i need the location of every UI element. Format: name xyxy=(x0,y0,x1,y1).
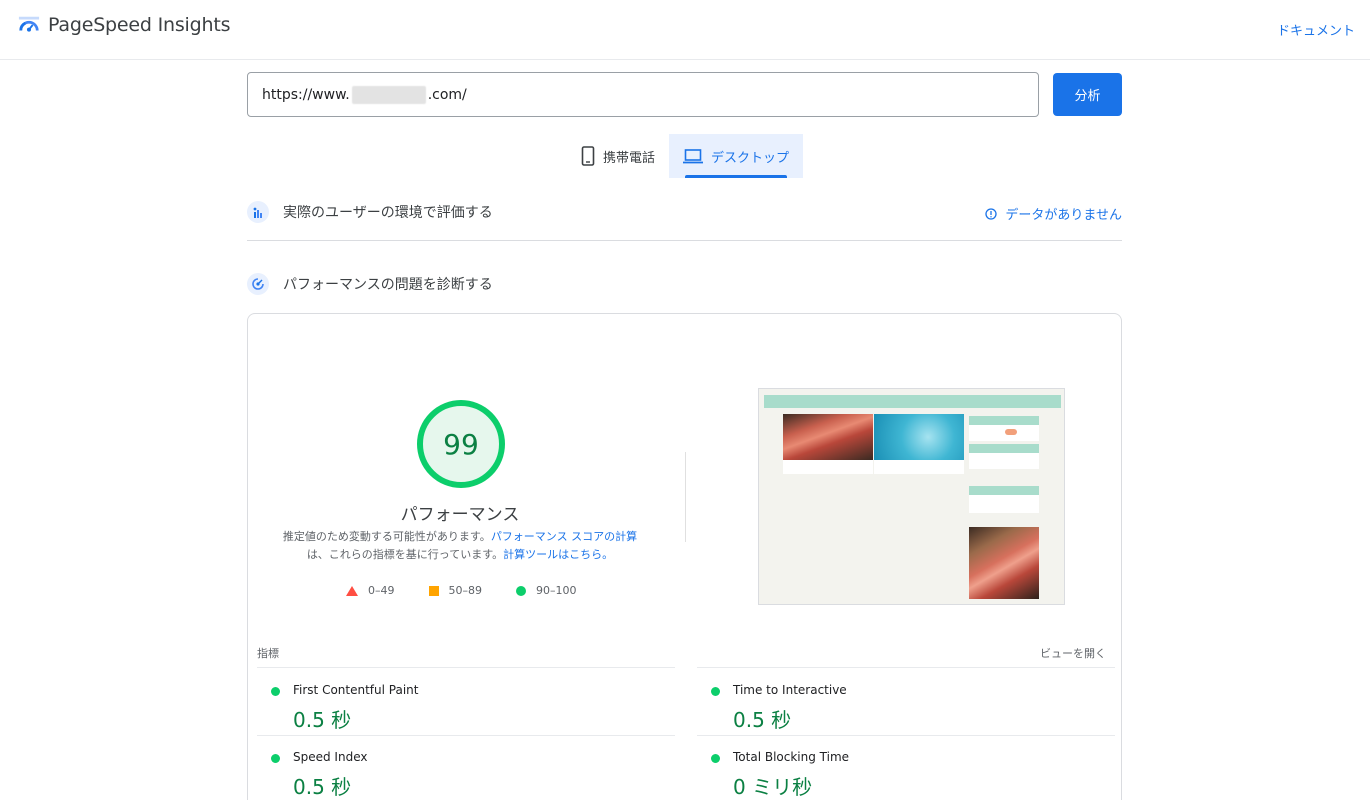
url-suffix: .com/ xyxy=(427,86,467,103)
lab-data-header: パフォーマンスの問題を診断する xyxy=(247,270,1122,298)
legend-item-poor: 0–49 xyxy=(346,584,395,597)
metric-value: 0.5 秒 xyxy=(293,775,352,799)
thumb-sidebar-box xyxy=(969,453,1039,469)
thumb-sidebar-head xyxy=(969,416,1039,425)
performance-score: 99 xyxy=(443,427,479,461)
metric-value: 0.5 秒 xyxy=(733,708,792,732)
note-middle: は、これらの指標を基に行っています。 xyxy=(306,548,504,561)
good-status-icon xyxy=(711,687,720,696)
metric-name: First Contentful Paint xyxy=(293,683,419,697)
thumb-pill xyxy=(1005,429,1017,435)
score-calc-link[interactable]: パフォーマンス スコアの計算 xyxy=(491,530,637,543)
good-status-icon xyxy=(711,754,720,763)
thumb-sidebar-head xyxy=(969,486,1039,495)
thumb-sidebar-box xyxy=(969,425,1039,441)
metric-total-blocking-time: Total Blocking Time 0 ミリ秒 xyxy=(697,745,1117,800)
top-bar: PageSpeed Insights ドキュメント xyxy=(0,0,1370,60)
page-screenshot-thumbnail xyxy=(758,388,1065,605)
metrics-divider xyxy=(697,735,1115,736)
metric-speed-index: Speed Index 0.5 秒 xyxy=(257,745,677,800)
thumb-caption xyxy=(874,460,964,474)
url-redacted-mask xyxy=(351,85,426,104)
good-status-icon xyxy=(271,754,280,763)
url-prefix: https://www. xyxy=(262,86,350,103)
legend-item-good: 90–100 xyxy=(516,584,577,597)
legend-good-range: 90–100 xyxy=(536,584,577,597)
metrics-divider xyxy=(257,735,675,736)
phone-icon xyxy=(581,146,595,166)
metric-name: Speed Index xyxy=(293,750,368,764)
metrics-divider xyxy=(697,667,1115,668)
field-data-header: 実際のユーザーの環境で評価する データがありません xyxy=(247,198,1122,226)
metrics-divider xyxy=(257,667,675,668)
legend-item-average: 50–89 xyxy=(428,584,483,597)
performance-card: 99 パフォーマンス 推定値のため変動する可能性があります。パフォーマンス スコ… xyxy=(247,313,1122,800)
device-tabs: 携帯電話 デスクトップ xyxy=(567,134,804,178)
thumb-caption xyxy=(783,460,873,474)
metric-value: 0.5 秒 xyxy=(293,708,352,732)
docs-link[interactable]: ドキュメント xyxy=(1277,20,1355,39)
good-status-icon xyxy=(271,687,280,696)
metric-value: 0 ミリ秒 xyxy=(733,775,813,799)
score-legend: 0–49 50–89 90–100 xyxy=(346,584,577,597)
thumb-photo-bacon xyxy=(783,414,873,460)
tab-mobile[interactable]: 携帯電話 xyxy=(567,134,669,178)
thumb-photo-bacon-side xyxy=(969,527,1039,599)
analyze-button[interactable]: 分析 xyxy=(1053,73,1122,116)
pagespeed-logo-icon xyxy=(18,16,40,32)
tab-desktop[interactable]: デスクトップ xyxy=(669,134,804,178)
metrics-title: 指標 xyxy=(257,647,279,660)
performance-label: パフォーマンス xyxy=(400,505,520,525)
metric-name: Time to Interactive xyxy=(733,683,847,697)
section-divider xyxy=(247,240,1122,241)
tab-mobile-label: 携帯電話 xyxy=(603,150,656,166)
no-data-label: データがありません xyxy=(1005,208,1122,223)
url-input[interactable]: https://www. .com/ xyxy=(247,72,1039,117)
field-data-title: 実際のユーザーの環境で評価する xyxy=(283,205,493,221)
circle-icon xyxy=(516,585,526,596)
triangle-icon xyxy=(346,585,358,596)
lab-data-title: パフォーマンスの問題を診断する xyxy=(283,277,493,293)
thumb-sidebar-box xyxy=(969,495,1039,513)
note-prefix: 推定値のため変動する可能性があります。 xyxy=(282,530,491,543)
calculator-link[interactable]: 計算ツールはこちら。 xyxy=(503,548,613,561)
thumb-header xyxy=(764,395,1061,408)
expand-view-toggle[interactable]: ビューを開く xyxy=(1040,645,1106,661)
legend-average-range: 50–89 xyxy=(448,584,483,597)
vertical-divider xyxy=(685,452,686,542)
app-title: PageSpeed Insights xyxy=(48,14,231,36)
diagnose-icon xyxy=(247,273,269,295)
metric-name: Total Blocking Time xyxy=(733,750,850,764)
thumb-sidebar-head xyxy=(969,444,1039,453)
thumb-photo-sea xyxy=(874,414,964,460)
no-data-indicator[interactable]: データがありません xyxy=(985,204,1122,223)
info-icon xyxy=(985,207,998,220)
users-chart-icon xyxy=(247,201,269,223)
performance-note: 推定値のため変動する可能性があります。パフォーマンス スコアの計算 は、これらの… xyxy=(268,528,652,564)
logo[interactable]: PageSpeed Insights xyxy=(18,14,230,36)
square-icon xyxy=(428,585,439,596)
legend-poor-range: 0–49 xyxy=(368,584,395,597)
laptop-icon xyxy=(683,149,704,164)
tab-desktop-label: デスクトップ xyxy=(711,150,790,166)
